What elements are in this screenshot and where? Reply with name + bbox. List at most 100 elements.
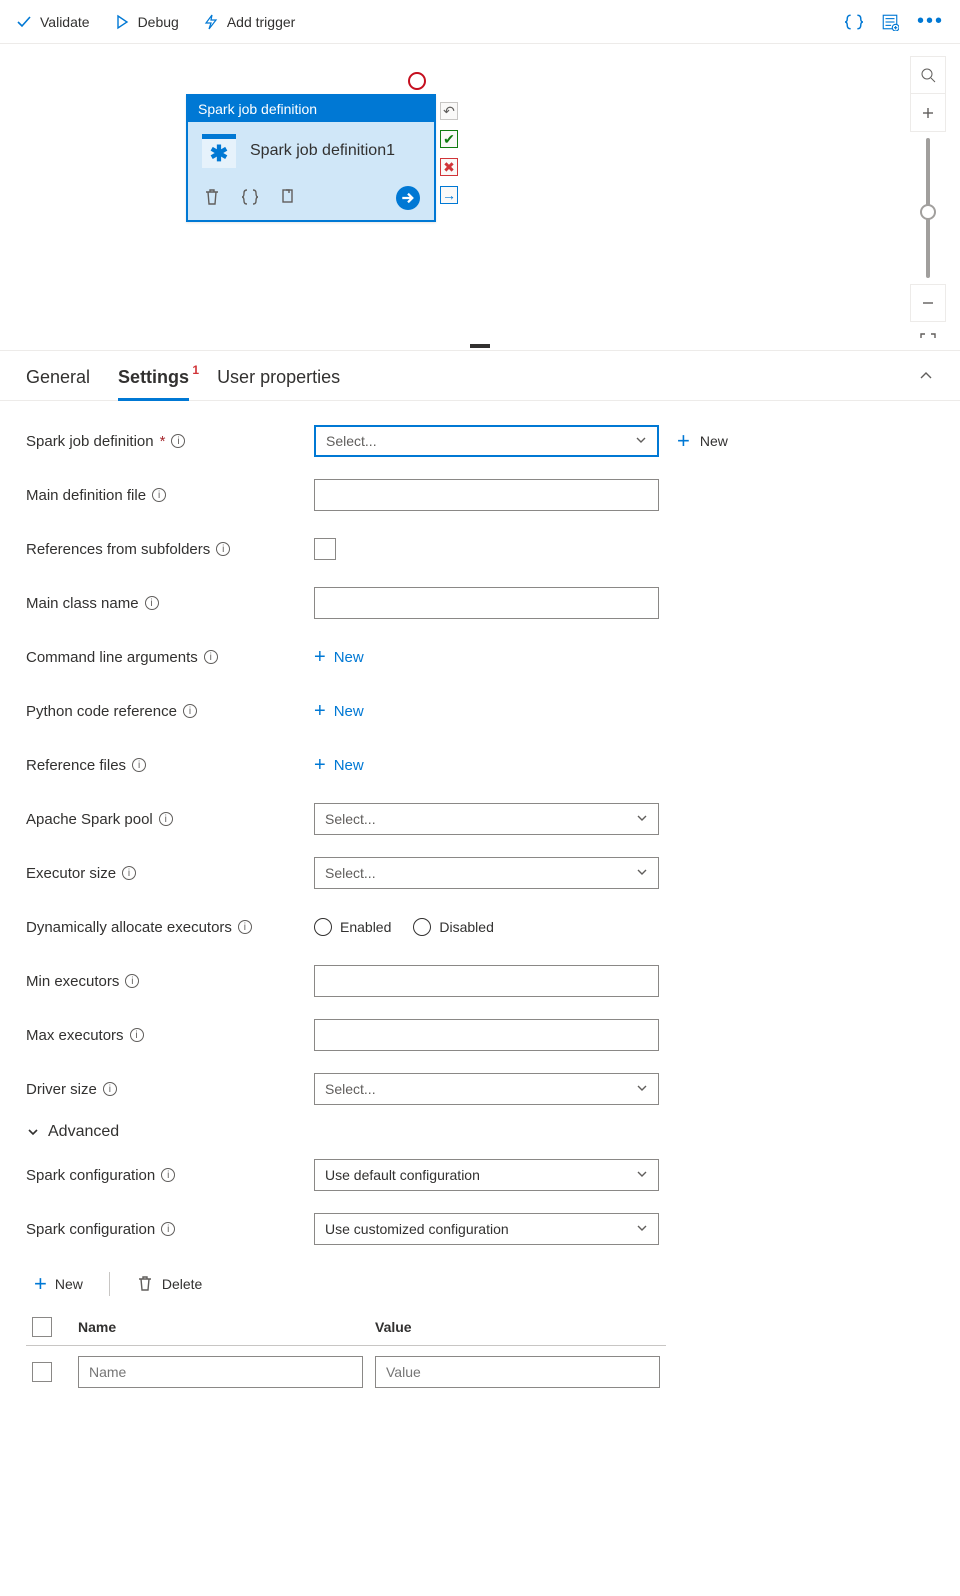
- activity-code-icon[interactable]: [240, 187, 260, 210]
- pipeline-canvas[interactable]: Spark job definition ✱ Spark job definit…: [0, 44, 960, 350]
- executor-size-label: Executor size: [26, 865, 116, 882]
- info-icon[interactable]: i: [132, 758, 146, 772]
- py-ref-new-button[interactable]: + New: [314, 700, 659, 723]
- spark-icon: ✱: [202, 134, 236, 168]
- search-canvas-button[interactable]: [910, 56, 946, 94]
- activity-output-port[interactable]: [396, 186, 420, 210]
- spark-config-label-2: Spark configuration: [26, 1221, 155, 1238]
- col-name-header: Name: [72, 1309, 369, 1346]
- tab-user-properties[interactable]: User properties: [217, 367, 340, 400]
- activity-body: ✱ Spark job definition1: [188, 122, 434, 180]
- config-delete-button[interactable]: Delete: [128, 1274, 210, 1295]
- panel-resize-handle[interactable]: [470, 344, 490, 348]
- info-icon[interactable]: i: [103, 1082, 117, 1096]
- zoom-out-button[interactable]: [910, 284, 946, 322]
- select-all-checkbox[interactable]: [32, 1317, 52, 1337]
- tab-general[interactable]: General: [26, 367, 90, 400]
- play-icon: [114, 14, 130, 30]
- port-success-icon[interactable]: ✔: [440, 130, 458, 148]
- activity-card[interactable]: Spark job definition ✱ Spark job definit…: [186, 94, 436, 222]
- driver-size-select[interactable]: Select...: [314, 1073, 659, 1105]
- collapse-panel-button[interactable]: [918, 368, 934, 399]
- row-checkbox[interactable]: [32, 1362, 52, 1382]
- properties-icon[interactable]: [881, 13, 899, 31]
- plus-icon: +: [314, 646, 326, 669]
- zoom-in-button[interactable]: [910, 94, 946, 132]
- info-icon[interactable]: i: [122, 866, 136, 880]
- chevron-down-icon: [635, 433, 647, 449]
- config-name-input[interactable]: [78, 1356, 363, 1388]
- info-icon[interactable]: i: [152, 488, 166, 502]
- info-icon[interactable]: i: [159, 812, 173, 826]
- config-table: Name Value: [26, 1309, 666, 1398]
- validate-label: Validate: [40, 14, 90, 30]
- table-row: [26, 1346, 666, 1399]
- debug-button[interactable]: Debug: [114, 14, 179, 30]
- spark-pool-select[interactable]: Select...: [314, 803, 659, 835]
- config-new-button[interactable]: + New: [26, 1271, 91, 1297]
- main-class-label: Main class name: [26, 595, 139, 612]
- bolt-icon: [203, 14, 219, 30]
- info-icon[interactable]: i: [183, 704, 197, 718]
- validate-button[interactable]: Validate: [16, 14, 90, 30]
- code-braces-icon[interactable]: [845, 13, 863, 31]
- info-icon[interactable]: i: [130, 1028, 144, 1042]
- new-spark-job-def-button[interactable]: + New: [677, 428, 728, 454]
- copy-activity-icon[interactable]: [278, 187, 298, 210]
- info-icon[interactable]: i: [171, 434, 185, 448]
- plus-icon: +: [677, 428, 690, 454]
- driver-size-label: Driver size: [26, 1081, 97, 1098]
- info-icon[interactable]: i: [161, 1222, 175, 1236]
- config-table-toolbar: + New Delete: [26, 1263, 934, 1309]
- main-class-input[interactable]: [314, 587, 659, 619]
- delete-activity-icon[interactable]: [202, 187, 222, 210]
- spark-config-label-1: Spark configuration: [26, 1167, 155, 1184]
- enabled-radio[interactable]: [314, 918, 332, 936]
- py-ref-label: Python code reference: [26, 703, 177, 720]
- advanced-toggle[interactable]: Advanced: [26, 1123, 934, 1141]
- port-failure-icon[interactable]: ✖: [440, 158, 458, 176]
- checkmark-icon: [16, 14, 32, 30]
- cmd-args-new-button[interactable]: + New: [314, 646, 659, 669]
- tab-settings[interactable]: Settings 1: [118, 367, 189, 400]
- spark-job-def-select[interactable]: Select...: [314, 425, 659, 457]
- main-def-file-input[interactable]: [314, 479, 659, 511]
- cmd-args-label: Command line arguments: [26, 649, 198, 666]
- refs-subfolders-label: References from subfolders: [26, 541, 210, 558]
- max-exec-label: Max executors: [26, 1027, 124, 1044]
- spark-config-custom-select[interactable]: Use customized configuration: [314, 1213, 659, 1245]
- info-icon[interactable]: i: [145, 596, 159, 610]
- zoom-slider[interactable]: [926, 138, 930, 278]
- port-retry-icon[interactable]: ↶: [440, 102, 458, 120]
- spark-job-def-label: Spark job definition: [26, 433, 154, 450]
- ref-files-new-button[interactable]: + New: [314, 754, 659, 777]
- max-exec-input[interactable]: [314, 1019, 659, 1051]
- info-icon[interactable]: i: [161, 1168, 175, 1182]
- disabled-radio[interactable]: [413, 918, 431, 936]
- executor-size-select[interactable]: Select...: [314, 857, 659, 889]
- chevron-down-icon: [636, 811, 648, 827]
- disabled-label: Disabled: [439, 919, 493, 935]
- chevron-down-icon: [636, 1221, 648, 1237]
- col-value-header: Value: [369, 1309, 666, 1346]
- divider: [109, 1272, 110, 1296]
- min-exec-label: Min executors: [26, 973, 119, 990]
- zoom-thumb[interactable]: [920, 204, 936, 220]
- info-icon[interactable]: i: [216, 542, 230, 556]
- info-icon[interactable]: i: [204, 650, 218, 664]
- refs-subfolders-checkbox[interactable]: [314, 538, 336, 560]
- min-exec-input[interactable]: [314, 965, 659, 997]
- zoom-controls: [910, 56, 946, 360]
- more-icon[interactable]: •••: [917, 10, 944, 33]
- validation-error-badge: [408, 72, 426, 90]
- top-toolbar: Validate Debug Add trigger •••: [0, 0, 960, 44]
- info-icon[interactable]: i: [238, 920, 252, 934]
- spark-config-default-select[interactable]: Use default configuration: [314, 1159, 659, 1191]
- add-trigger-button[interactable]: Add trigger: [203, 14, 295, 30]
- info-icon[interactable]: i: [125, 974, 139, 988]
- port-completion-icon[interactable]: →: [440, 186, 458, 204]
- chevron-down-icon: [636, 1081, 648, 1097]
- settings-form: Spark job definition * i Select... + New…: [0, 401, 960, 1438]
- plus-icon: +: [314, 754, 326, 777]
- config-value-input[interactable]: [375, 1356, 660, 1388]
